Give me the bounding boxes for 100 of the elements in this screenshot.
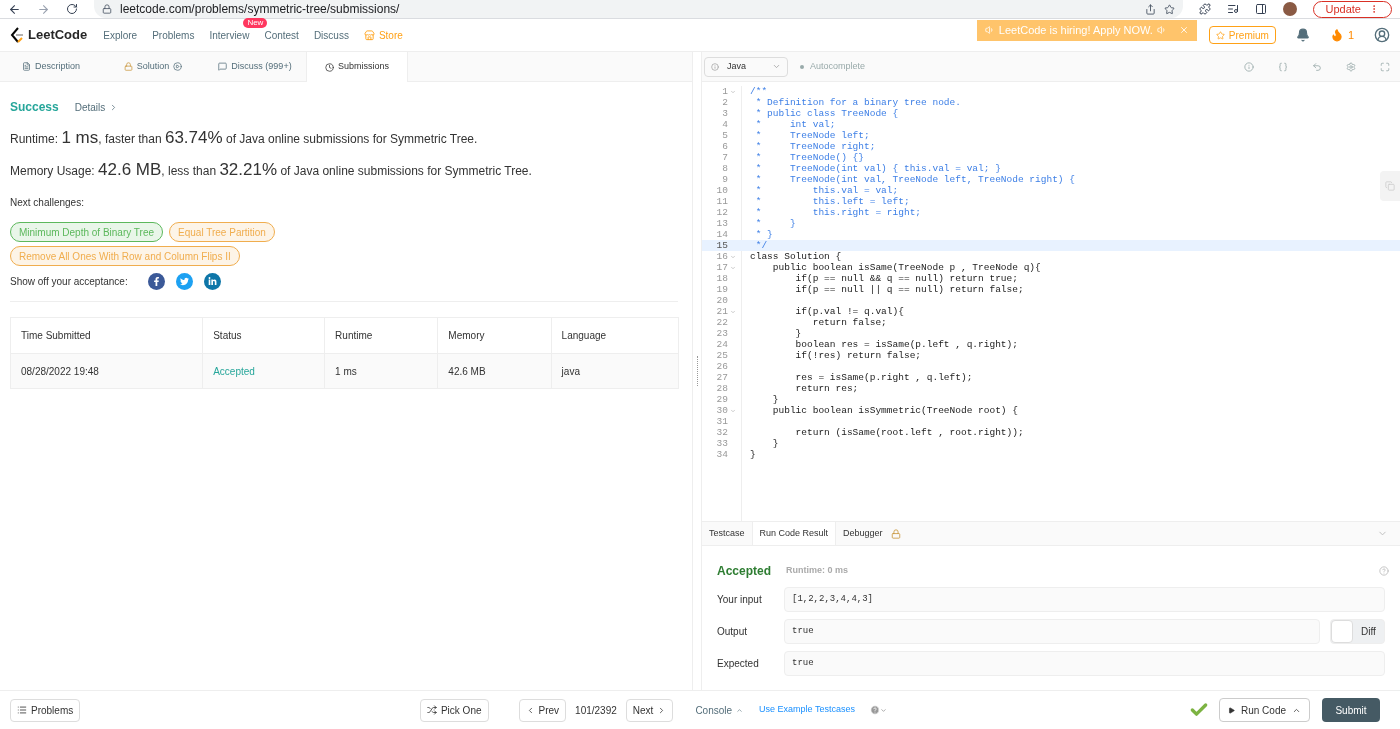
share-label: Show off your acceptance: [10,275,128,289]
notification-icon[interactable] [1295,28,1310,42]
lock-icon [123,62,133,71]
line-number: 10 [716,185,728,196]
column-header: Memory [437,317,552,354]
play-icon [1227,706,1235,714]
code-line: class Solution { [750,251,842,262]
list-icon [17,705,27,715]
new-badge: New [243,17,268,28]
lock-icon [102,4,112,14]
fullscreen-icon[interactable] [1380,61,1390,72]
output-field: true [784,619,1320,644]
accepted-status: Accepted [717,563,772,580]
speaker-icon [1156,25,1167,35]
settings-icon[interactable] [1346,61,1356,72]
code-line: return (isSame(root.left , root.right)); [794,427,1024,438]
linkedin-icon[interactable] [203,273,221,290]
code-line: * TreeNode right; [754,141,876,152]
resize-handle[interactable] [696,356,698,386]
code-line: boolean res = isSame(p.left , q.right); [794,339,1018,350]
code-line: * this.val = val; [754,185,899,196]
code-line: } [771,394,779,405]
code-line: if(p == null && q == null) return true; [794,273,1018,284]
line-number: 11 [716,196,728,207]
nav-link[interactable]: Problems [152,27,195,43]
help-menu-icon[interactable] [869,705,887,715]
line-number: 8 [722,163,728,174]
bookmark-icon[interactable] [1163,3,1175,15]
back-icon[interactable] [8,2,21,16]
forward-icon[interactable] [37,2,50,16]
pick-one-button[interactable]: Pick One [419,698,489,722]
media-icon[interactable] [1226,3,1239,15]
profile-avatar[interactable] [1282,2,1297,16]
fold-icon[interactable] [730,88,736,95]
help-icon[interactable] [1379,566,1389,576]
console-tab[interactable]: Testcase [702,522,752,545]
field-label: Expected [717,657,760,671]
example-testcases-link[interactable]: Use Example Testcases [759,703,855,717]
line-number: 34 [716,449,728,460]
info-icon [711,62,719,71]
tab[interactable]: Description [0,52,102,81]
nav-link[interactable]: Explore [103,27,138,43]
facebook-icon[interactable] [147,273,165,290]
logo-icon[interactable] [10,27,24,43]
extensions-icon[interactable] [1198,3,1211,15]
braces-icon[interactable] [1278,61,1288,72]
fold-icon[interactable] [730,308,736,315]
fold-icon[interactable] [730,264,736,271]
console-button[interactable]: Console [695,702,744,718]
nav-link[interactable]: Contest [264,27,299,43]
account-icon[interactable] [1374,27,1390,43]
logo-text[interactable]: LeetCode [28,25,88,45]
code-line: * TreeNode() {} [754,152,865,163]
info-icon[interactable] [1244,61,1254,72]
line-number: 17 [716,262,728,273]
reset-icon[interactable] [1312,61,1322,72]
table-cell: java [551,353,679,389]
line-number: 15 [716,240,728,251]
line-number: 33 [716,438,728,449]
fold-icon[interactable] [730,407,736,414]
tab[interactable]: Submissions [306,52,408,82]
diff-toggle[interactable]: Diff [1330,619,1385,644]
fold-icon[interactable] [730,253,736,260]
submit-button[interactable]: Submit [1322,698,1380,722]
reload-icon[interactable] [66,3,78,15]
code-line: */ [754,240,768,251]
tab[interactable]: Discuss (999+) [204,52,306,81]
code-line: return false; [811,317,887,328]
success-status: Success [10,99,59,116]
tab[interactable]: Solution [102,52,204,81]
code-line: public boolean isSame(TreeNode p , TreeNode q){ [771,262,1041,273]
field-label: Output [717,625,749,639]
side-panel-icon[interactable] [1254,3,1267,15]
nav-link[interactable]: Interview [209,27,250,43]
console-tab[interactable]: Run Code Result [751,522,837,545]
column-header: Language [551,317,679,354]
nav-link[interactable]: Discuss [313,27,349,43]
share-icon[interactable] [1144,3,1156,15]
console-tab[interactable]: Debugger [836,522,908,545]
language-select[interactable]: Java [704,56,788,77]
document-icon [22,62,31,71]
streak-count: 1 [1347,27,1354,43]
run-code-button[interactable]: Run Code [1218,698,1310,722]
memory-text: Memory Usage: 42.6 MB, less than 32.21% of Java online submissions for Symmetric Tree. [10,160,533,181]
line-number: 1 [722,86,728,97]
flame-icon[interactable] [1329,28,1344,42]
code-line: res = isSame(p.right , q.left); [794,372,973,383]
code-line: * this.right = right; [754,207,922,218]
details-link[interactable]: Details [74,99,119,115]
column-header: Runtime [324,317,438,354]
twitter-icon[interactable] [175,273,193,290]
runtime-text: Runtime: 1 ms, faster than 63.74% of Java online submissions for Symmetric Tree. [10,128,479,149]
line-number: 27 [716,372,728,383]
line-number: 26 [716,361,728,372]
field-label: Your input [717,593,763,607]
address-bar[interactable]: leetcode.com/problems/symmetric-tree/submissions/ [94,0,1183,18]
prev-button[interactable]: Prev [518,698,567,722]
problems-button[interactable]: Problems [10,698,81,722]
next-button[interactable]: Next [625,698,674,722]
close-icon[interactable] [1178,25,1189,35]
